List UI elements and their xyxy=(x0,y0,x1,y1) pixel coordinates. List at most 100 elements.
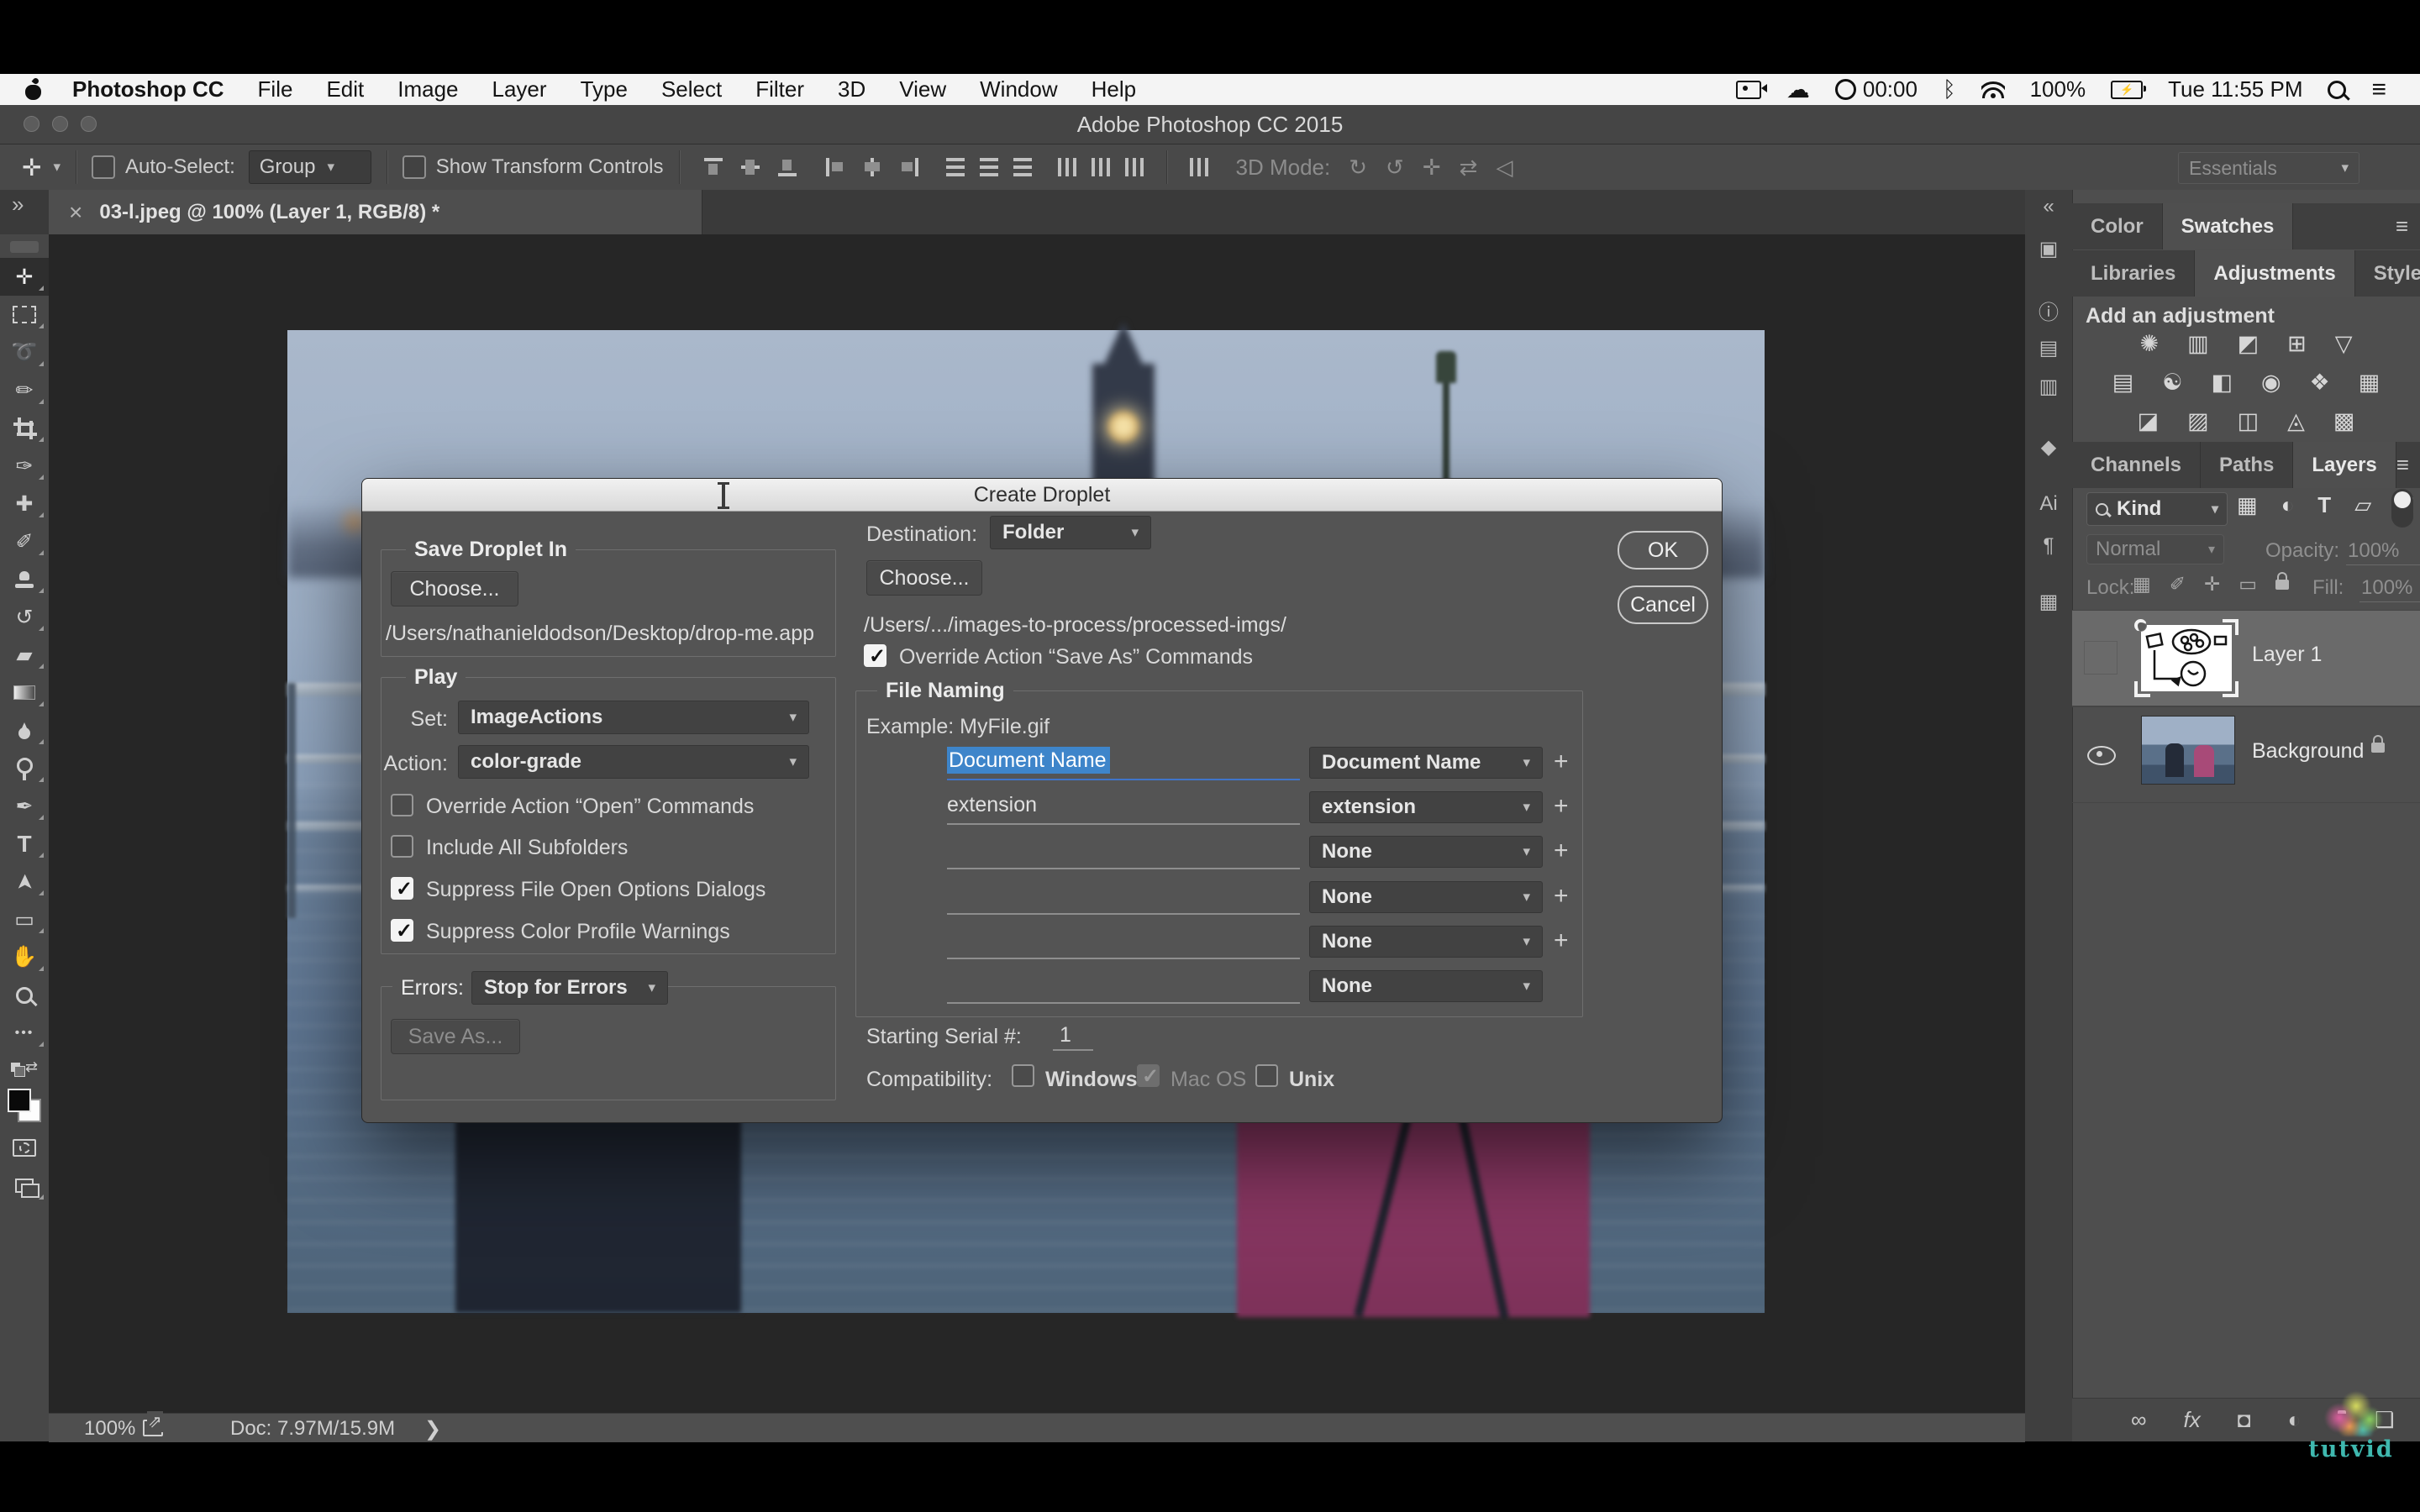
choose-destination-button[interactable]: Choose... xyxy=(866,560,982,596)
toolbar-grabber[interactable] xyxy=(10,241,39,253)
action-dropdown[interactable]: color-grade ▾ xyxy=(458,745,809,779)
add-naming-token-icon[interactable]: + xyxy=(1554,882,1569,911)
share-icon[interactable] xyxy=(143,1420,163,1436)
tool-rectangular-marquee[interactable] xyxy=(0,296,49,333)
status-chevron-icon[interactable]: ❯ xyxy=(424,1417,441,1441)
naming-field-6[interactable] xyxy=(947,972,1300,1004)
tool-clone-stamp[interactable] xyxy=(0,560,49,598)
layer-style-fx-icon[interactable]: fx xyxy=(2184,1407,2201,1433)
distribute-left-edges-icon[interactable] xyxy=(1058,158,1076,176)
foreground-color-swatch[interactable] xyxy=(8,1089,31,1112)
document-tab[interactable]: × 03-l.jpeg @ 100% (Layer 1, RGB/8) * xyxy=(49,190,702,234)
add-naming-token-icon[interactable]: + xyxy=(1554,837,1569,865)
naming-dropdown-3[interactable]: None ▾ xyxy=(1309,836,1543,868)
tool-pen[interactable]: ✒ xyxy=(0,787,49,825)
black-white-icon[interactable]: ◧ xyxy=(2211,370,2233,396)
naming-dropdown-6[interactable]: None ▾ xyxy=(1309,970,1543,1002)
hue-saturation-icon[interactable]: ▤ xyxy=(2112,370,2134,396)
panel-menu-icon[interactable]: ≡ xyxy=(2396,203,2420,249)
vibrance-icon[interactable]: ▽ xyxy=(2335,331,2353,357)
color-lookup-icon[interactable]: ▦ xyxy=(2359,370,2381,396)
fill-value[interactable]: 100% xyxy=(2360,576,2420,602)
align-right-edges-icon[interactable] xyxy=(898,156,920,178)
photo-filter-icon[interactable]: ◉ xyxy=(2261,370,2281,396)
distribute-vertical-centers-icon[interactable] xyxy=(980,158,998,176)
suppress-color-profile-checkbox[interactable] xyxy=(391,919,413,942)
posterize-icon[interactable]: ▨ xyxy=(2187,408,2209,434)
screen-mode-button[interactable] xyxy=(0,1167,49,1205)
naming-dropdown-4[interactable]: None ▾ xyxy=(1309,881,1543,913)
wifi-icon[interactable] xyxy=(1981,81,2005,98)
compat-unix-checkbox[interactable] xyxy=(1255,1064,1278,1087)
creative-cloud-icon[interactable]: ☁ xyxy=(1786,78,1810,102)
align-bottom-edges-icon[interactable] xyxy=(776,156,798,178)
3d-camera-icon[interactable]: ◁ xyxy=(1496,155,1512,181)
distribute-top-edges-icon[interactable] xyxy=(946,158,965,176)
3d-orbit-icon[interactable]: ↻ xyxy=(1349,155,1367,181)
include-subfolders-checkbox[interactable] xyxy=(391,835,413,858)
distribute-bottom-edges-icon[interactable] xyxy=(1013,158,1032,176)
layer-filter-toggle[interactable] xyxy=(2391,489,2413,528)
tab-styles[interactable]: Styles xyxy=(2355,250,2420,297)
apple-menu-icon[interactable] xyxy=(25,80,42,100)
suppress-file-open-checkbox[interactable] xyxy=(391,877,413,900)
tab-libraries[interactable]: Libraries xyxy=(2072,250,2195,297)
opacity-value[interactable]: 100% xyxy=(2346,539,2420,565)
panel-icon-3d[interactable]: ◆ xyxy=(2025,435,2072,459)
threshold-icon[interactable]: ◫ xyxy=(2238,408,2260,434)
naming-field-1[interactable]: Document Name xyxy=(947,748,1300,780)
new-adjustment-layer-icon[interactable]: ◐ xyxy=(2288,1407,2302,1433)
move-tool-preset[interactable]: ✛ ▾ xyxy=(22,154,60,181)
panel-icon-histogram[interactable]: ▤ xyxy=(2025,336,2072,360)
tool-eraser[interactable]: ▰ xyxy=(0,636,49,674)
lock-artboard-icon[interactable]: ▭ xyxy=(2238,573,2257,596)
toolbar-expand-icon[interactable]: » xyxy=(12,192,24,218)
layer-row-background[interactable]: Background xyxy=(2072,706,2420,803)
distribute-spacing-icon[interactable] xyxy=(1190,158,1208,176)
errors-dropdown[interactable]: Stop for Errors ▾ xyxy=(471,971,668,1005)
panel-icon-paragraph[interactable]: ¶ xyxy=(2025,534,2072,558)
tab-adjustments[interactable]: Adjustments xyxy=(2195,250,2354,297)
notification-center-icon[interactable]: ≡ xyxy=(2371,77,2386,102)
naming-field-4[interactable] xyxy=(947,883,1300,915)
color-balance-icon[interactable]: ☯ xyxy=(2162,370,2182,396)
menubar-clock[interactable]: Tue 11:55 PM xyxy=(2168,76,2302,102)
align-left-edges-icon[interactable] xyxy=(824,156,846,178)
menu-item-help[interactable]: Help xyxy=(1092,76,1136,102)
layer-filter-kind-dropdown[interactable]: Kind ▾ xyxy=(2086,492,2228,526)
menu-item-window[interactable]: Window xyxy=(980,76,1057,102)
dialog-titlebar[interactable]: Create Droplet xyxy=(362,479,1722,512)
exposure-icon[interactable]: ⊞ xyxy=(2287,331,2307,357)
invert-icon[interactable]: ◪ xyxy=(2138,408,2160,434)
screen-record-icon[interactable] xyxy=(1736,81,1761,99)
tab-color[interactable]: Color xyxy=(2072,203,2163,249)
tool-dodge[interactable] xyxy=(0,749,49,787)
tool-quick-selection[interactable]: ✏ xyxy=(0,371,49,409)
lock-position-icon[interactable]: ✛ xyxy=(2204,573,2220,596)
override-save-as-checkbox[interactable] xyxy=(864,644,886,667)
timer-status[interactable]: 00:00 xyxy=(1835,76,1918,102)
menu-item-filter[interactable]: Filter xyxy=(755,76,804,102)
add-layer-mask-icon[interactable]: ◘ xyxy=(2238,1407,2251,1433)
tool-crop[interactable] xyxy=(0,409,49,447)
naming-dropdown-1[interactable]: Document Name ▾ xyxy=(1309,747,1543,779)
levels-icon[interactable]: ▥ xyxy=(2187,331,2209,357)
naming-field-3[interactable] xyxy=(947,837,1300,869)
destination-dropdown[interactable]: Folder ▾ xyxy=(990,516,1151,549)
tool-blur[interactable] xyxy=(0,711,49,749)
layer1-thumbnail[interactable] xyxy=(2134,619,2238,697)
filter-type-layers-icon[interactable]: T xyxy=(2317,492,2331,518)
tool-rectangle-shape[interactable]: ▭ xyxy=(0,900,49,938)
add-naming-token-icon[interactable]: + xyxy=(1554,927,1569,955)
gradient-map-icon[interactable]: ▩ xyxy=(2333,408,2355,434)
save-as-button[interactable]: Save As... xyxy=(391,1019,520,1054)
quick-mask-button[interactable] xyxy=(0,1129,49,1167)
doc-size-status[interactable]: Doc: 7.97M/15.9M xyxy=(230,1417,395,1441)
filter-shape-layers-icon[interactable]: ▱ xyxy=(2354,492,2371,518)
menu-item-file[interactable]: File xyxy=(258,76,293,102)
layer1-name[interactable]: Layer 1 xyxy=(2252,643,2322,667)
menu-item-type[interactable]: Type xyxy=(581,76,628,102)
choose-droplet-button[interactable]: Choose... xyxy=(391,571,518,606)
panel-icon-glyphs[interactable]: ▦ xyxy=(2025,590,2072,614)
bluetooth-icon[interactable]: ᛒ xyxy=(1943,76,1956,102)
